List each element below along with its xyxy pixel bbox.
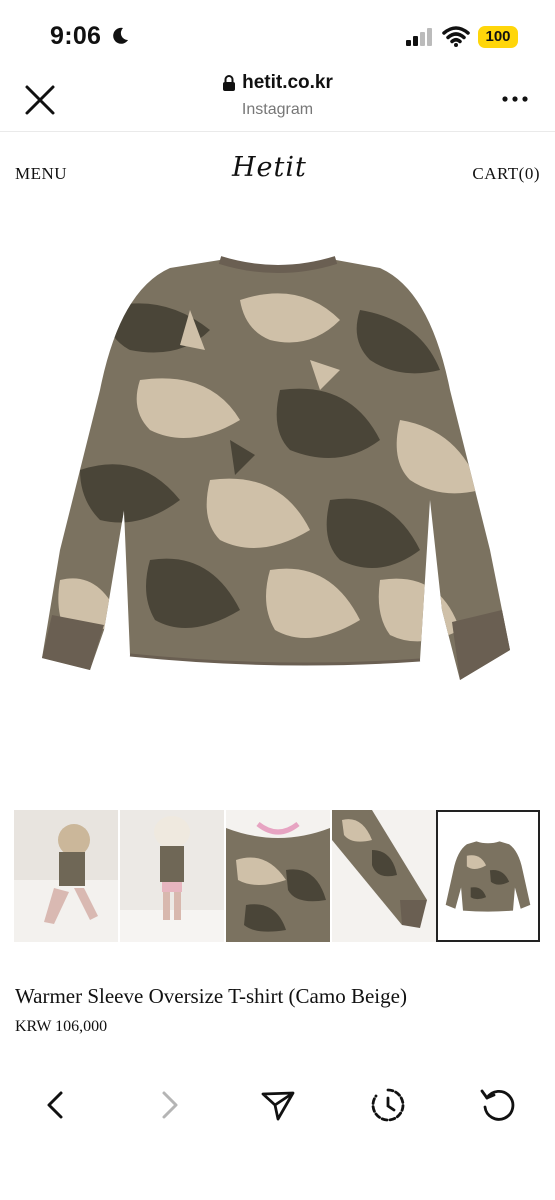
url-domain: hetit.co.kr <box>242 72 333 93</box>
wifi-icon <box>442 26 470 47</box>
product-title: Warmer Sleeve Oversize T-shirt (Camo Bei… <box>15 984 407 1008</box>
status-time: 9:06 <box>50 22 102 50</box>
browser-toolbar <box>0 1075 555 1135</box>
moon-icon <box>113 27 128 44</box>
forward-icon[interactable] <box>148 1085 188 1125</box>
lock-icon <box>223 75 236 91</box>
history-icon[interactable] <box>368 1085 408 1125</box>
status-bar: 9:06 100 <box>0 0 555 66</box>
battery-icon: 100 <box>478 26 518 48</box>
thumb-sleeve-detail[interactable] <box>332 810 436 942</box>
back-icon[interactable] <box>37 1085 77 1125</box>
site-nav: MENU Hetit CART(0) <box>0 150 555 200</box>
url-source: Instagram <box>241 101 314 118</box>
signal-icon <box>406 28 432 46</box>
browser-header: hetit.co.kr Instagram <box>0 66 555 132</box>
thumb-collar-detail[interactable] <box>226 810 330 942</box>
more-icon[interactable] <box>500 94 530 104</box>
url-display[interactable]: hetit.co.kr Instagram <box>0 72 555 119</box>
brand-logo[interactable]: Hetit <box>232 152 307 183</box>
thumb-model-standing[interactable] <box>120 810 224 942</box>
thumb-model-seated[interactable] <box>14 810 118 942</box>
reload-icon[interactable] <box>478 1085 518 1125</box>
thumbnail-strip <box>14 810 544 942</box>
cart-link[interactable]: CART(0) <box>472 164 540 184</box>
share-icon[interactable] <box>258 1085 298 1125</box>
product-main-image <box>42 256 510 680</box>
thumb-full-shirt[interactable] <box>436 810 540 942</box>
menu-link[interactable]: MENU <box>15 164 67 184</box>
product-price: KRW 106,000 <box>15 1018 108 1035</box>
